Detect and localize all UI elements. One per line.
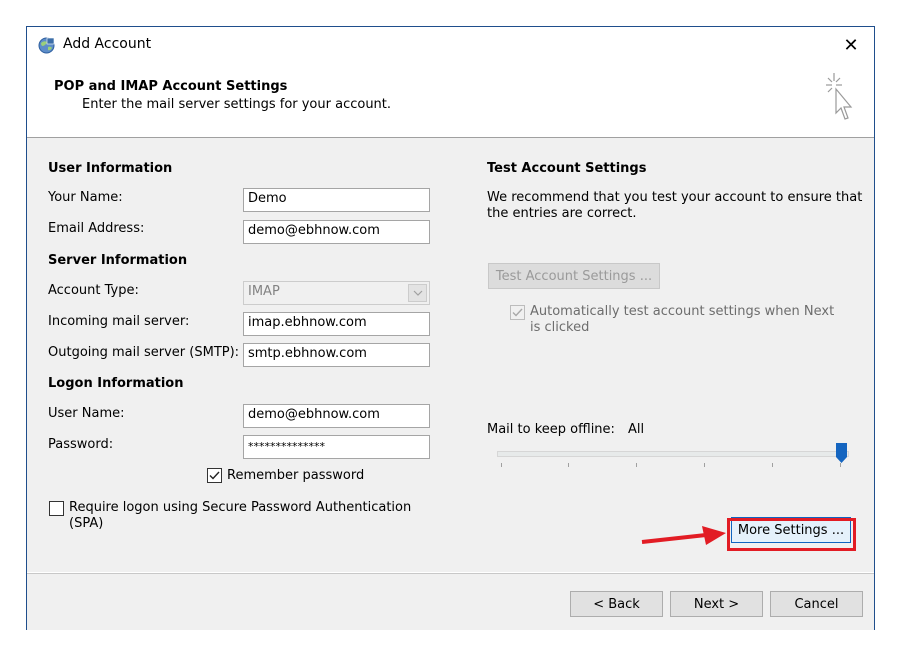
- slider-tick: [568, 463, 569, 467]
- auto-test-checkbox[interactable]: [510, 305, 525, 320]
- account-type-value: IMAP: [248, 284, 280, 299]
- server-info-heading: Server Information: [48, 253, 188, 268]
- window-title: Add Account: [63, 36, 152, 52]
- logon-info-heading: Logon Information: [48, 376, 184, 391]
- offline-value: All: [628, 422, 645, 437]
- email-input[interactable]: demo@ebhnow.com: [243, 220, 430, 244]
- offline-slider-track[interactable]: [497, 451, 849, 457]
- username-label: User Name:: [48, 406, 125, 421]
- page-subtitle: Enter the mail server settings for your …: [82, 97, 392, 112]
- test-account-settings-button[interactable]: Test Account Settings ...: [488, 263, 660, 289]
- email-label: Email Address:: [48, 221, 145, 236]
- back-button-label: < Back: [593, 596, 640, 612]
- slider-tick: [704, 463, 705, 467]
- checkmark-icon: [512, 308, 523, 317]
- page-title: POP and IMAP Account Settings: [54, 79, 288, 94]
- dialog-header: POP and IMAP Account Settings Enter the …: [27, 63, 874, 138]
- account-type-label: Account Type:: [48, 283, 139, 298]
- offline-label: Mail to keep offline:: [487, 422, 615, 437]
- outlook-globe-icon: [38, 37, 55, 54]
- dropdown-button[interactable]: [408, 284, 427, 302]
- your-name-input[interactable]: Demo: [243, 188, 430, 212]
- test-desc-line1: We recommend that you test your account …: [487, 190, 863, 205]
- username-input[interactable]: demo@ebhnow.com: [243, 404, 430, 428]
- settings-panel: User Information Your Name: Demo Email A…: [27, 138, 874, 572]
- password-label: Password:: [48, 437, 114, 452]
- incoming-server-label: Incoming mail server:: [48, 314, 190, 329]
- incoming-server-input[interactable]: imap.ebhnow.com: [243, 312, 430, 336]
- your-name-label: Your Name:: [48, 190, 123, 205]
- cursor-sparkle-icon: [826, 73, 853, 120]
- test-account-heading: Test Account Settings: [487, 161, 647, 176]
- red-arrow-icon: [641, 526, 726, 545]
- spa-label-line2[interactable]: (SPA): [69, 516, 103, 531]
- remember-password-checkbox[interactable]: [207, 468, 222, 483]
- highlight-box: [727, 518, 856, 551]
- slider-tick: [501, 463, 502, 467]
- slider-tick: [636, 463, 637, 467]
- spa-label-line1[interactable]: Require logon using Secure Password Auth…: [69, 500, 411, 515]
- password-input[interactable]: **************: [243, 435, 430, 459]
- account-type-select[interactable]: IMAP: [243, 281, 430, 305]
- next-button-label: Next >: [693, 596, 740, 612]
- outgoing-server-input[interactable]: smtp.ebhnow.com: [243, 343, 430, 367]
- dialog-footer: < Back Next > Cancel: [27, 573, 874, 630]
- slider-tick: [772, 463, 773, 467]
- cancel-button-label: Cancel: [794, 596, 839, 612]
- test-desc-line2: the entries are correct.: [487, 206, 637, 221]
- remember-password-label[interactable]: Remember password: [227, 468, 364, 483]
- auto-test-label-line1[interactable]: Automatically test account settings when…: [530, 304, 834, 319]
- offline-slider-thumb[interactable]: [836, 443, 847, 463]
- close-button[interactable]: ✕: [828, 27, 874, 63]
- cancel-button[interactable]: Cancel: [770, 591, 863, 617]
- add-account-dialog: Add Account ✕ POP and IMAP Account Setti…: [26, 26, 875, 630]
- test-account-settings-label: Test Account Settings ...: [495, 268, 653, 284]
- chevron-down-icon: [413, 290, 423, 296]
- back-button[interactable]: < Back: [570, 591, 663, 617]
- checkmark-icon: [209, 471, 220, 480]
- next-button[interactable]: Next >: [670, 591, 763, 617]
- spa-checkbox[interactable]: [49, 501, 64, 516]
- user-info-heading: User Information: [48, 161, 173, 176]
- auto-test-label-line2[interactable]: is clicked: [530, 320, 589, 335]
- outgoing-server-label: Outgoing mail server (SMTP):: [48, 345, 240, 360]
- close-icon: ✕: [843, 34, 859, 56]
- title-bar: Add Account ✕: [27, 27, 874, 63]
- slider-tick: [840, 463, 841, 467]
